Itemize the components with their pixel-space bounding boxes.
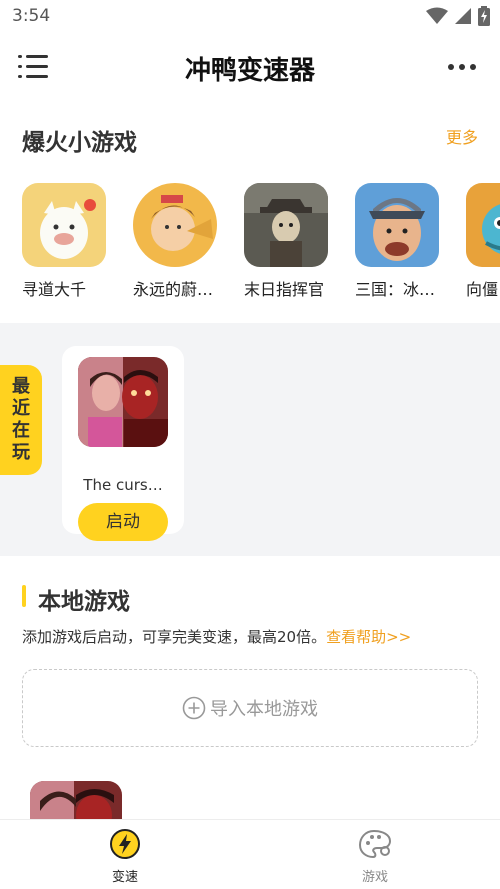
local-game-icon[interactable]: [30, 781, 122, 821]
hot-game-name: 三国：冰…: [355, 280, 436, 299]
recent-game-card[interactable]: The curs… 启动: [62, 346, 184, 541]
status-bar: 3:54: [0, 0, 500, 34]
game-icon-xundao: [22, 183, 106, 267]
section-accent-bar: [22, 585, 26, 607]
hot-game-item[interactable]: 向僵: [466, 183, 500, 300]
app-title: 冲鸭变速器: [184, 56, 315, 86]
hot-game-name: 向僵: [466, 280, 499, 299]
add-circle-icon: [182, 696, 206, 720]
wifi-icon: [426, 7, 448, 24]
palette-icon: [358, 829, 392, 859]
more-options-button[interactable]: [448, 64, 476, 70]
app-header: 冲鸭变速器: [0, 34, 500, 102]
nav-label: 变速: [111, 870, 138, 885]
recent-tab-char: 玩: [12, 442, 30, 463]
recently-played-tab[interactable]: 最 近 在 玩: [0, 365, 42, 475]
game-icon-sanguo: [355, 183, 439, 267]
game-icon-moriri: [244, 183, 328, 267]
import-local-game-button[interactable]: 导入本地游戏: [22, 669, 478, 747]
hot-game-item[interactable]: 三国：冰…: [355, 183, 445, 300]
lightning-icon: [110, 829, 140, 859]
bottom-navigation: 变速 游戏: [0, 819, 500, 889]
hot-game-name: 永远的蔚…: [133, 280, 214, 299]
recently-played-section: 最 近 在 玩 The curs… 启动: [0, 323, 500, 556]
hot-games-title: 爆火小游戏: [22, 130, 137, 156]
recent-tab-char: 在: [12, 420, 30, 441]
hot-game-name: 末日指挥官: [244, 280, 325, 299]
help-link[interactable]: 查看帮助>>: [326, 628, 411, 646]
local-games-desc-text: 添加游戏后启动，可享完美变速，最高20倍。: [22, 628, 327, 646]
signal-icon: [455, 8, 471, 24]
recent-game-name: The curs…: [83, 476, 163, 494]
local-games-description: 添加游戏后启动，可享完美变速，最高20倍。查看帮助>>: [22, 626, 411, 647]
hot-game-item[interactable]: 寻道大千: [22, 183, 112, 300]
nav-item-speed[interactable]: 变速: [85, 828, 165, 885]
hot-games-more-link[interactable]: 更多: [446, 124, 478, 148]
status-icons: [426, 6, 490, 26]
recent-tab-char: 近: [12, 398, 30, 419]
nav-item-games[interactable]: 游戏: [335, 828, 415, 885]
nav-label: 游戏: [361, 870, 388, 885]
import-label: 导入本地游戏: [210, 699, 318, 720]
game-icon-yongyuan: [133, 183, 217, 267]
hot-game-name: 寻道大千: [22, 280, 87, 299]
start-button[interactable]: 启动: [78, 503, 168, 541]
hot-game-item[interactable]: 末日指挥官: [244, 183, 334, 300]
recent-tab-char: 最: [12, 376, 30, 397]
game-icon-xiangjiang: [466, 183, 500, 267]
local-games-title: 本地游戏: [38, 589, 130, 615]
hot-game-item[interactable]: 永远的蔚…: [133, 183, 223, 300]
recent-game-icon: [78, 357, 168, 447]
hot-games-list: 寻道大千 永远的蔚… 末日指挥官 三国：冰… 向僵: [22, 183, 500, 303]
status-time: 3:54: [12, 6, 51, 26]
battery-icon: [478, 6, 490, 26]
